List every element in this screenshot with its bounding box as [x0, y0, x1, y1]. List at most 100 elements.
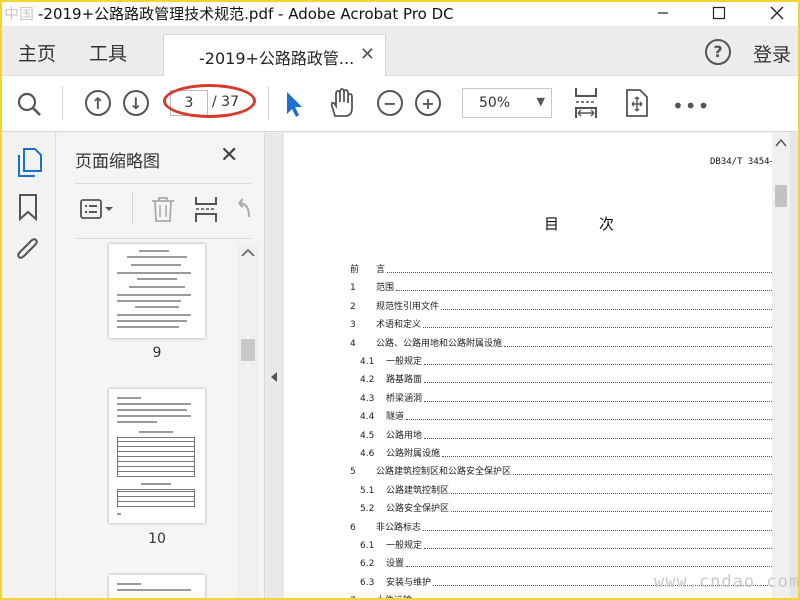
document-view: DB34/T 3454— 目次 前言 1 范围 2 规范性引用文件 3 术语和定义 4 公路、公… — [282, 133, 800, 600]
toc-entry-number: 6.3 — [360, 577, 375, 588]
thumbnail-options-icon[interactable] — [79, 197, 115, 225]
next-page-icon[interactable]: ↓ — [123, 90, 149, 116]
toc-entry[interactable]: 4.2 路基路面 — [360, 371, 772, 385]
toc-entry[interactable]: 4.6 公路附属设施 — [360, 445, 772, 459]
thumbnail-page-9[interactable] — [109, 244, 205, 338]
full-screen-icon[interactable] — [624, 88, 650, 122]
document-tab[interactable]: -2019+公路路政管... ✕ — [163, 34, 386, 76]
thumbnail-page-10[interactable] — [109, 389, 205, 523]
toc-entry-text: 公路安全保护区 — [386, 504, 450, 515]
fit-page-icon[interactable] — [572, 86, 600, 124]
toc-entry-text: 公路附属设施 — [386, 449, 441, 459]
help-icon[interactable]: ? — [705, 39, 731, 65]
tab-label: -2019+公路路政管... — [199, 49, 355, 68]
toc-leader-dots — [451, 492, 772, 494]
zoom-out-icon[interactable]: − — [377, 90, 403, 116]
toc-entry-number: 4.3 — [360, 393, 375, 404]
chevron-down-icon: ▼ — [536, 95, 545, 108]
toc-entry-number: 3 — [350, 320, 356, 331]
toc-entry-number: 7 — [350, 596, 376, 600]
toc-entry-number: 4.5 — [360, 430, 375, 441]
toc-entry[interactable]: 4.3 桥梁涵洞 — [360, 390, 772, 404]
attachment-icon[interactable] — [16, 236, 40, 268]
toc-entry[interactable]: 4.5 公路用地 — [360, 427, 772, 441]
previous-page-icon[interactable]: ↑ — [85, 90, 111, 116]
toc-entry-text: 一般规定 — [386, 541, 423, 551]
toc-entry-text: 范围 — [376, 283, 395, 294]
toc-entry[interactable]: 4 公路、公路用地和公路附属设施 — [350, 335, 772, 349]
toc-entry[interactable]: 3 术语和定义 — [350, 316, 772, 330]
toc-entry-number: 1 — [350, 283, 356, 294]
toc-entry-text: 公路建筑控制区和公路安全保护区 — [376, 467, 512, 478]
toc-entry[interactable]: 5 公路建筑控制区和公路安全保护区 — [350, 463, 772, 477]
tab-close-icon[interactable]: ✕ — [360, 44, 375, 65]
toc-leader-dots — [423, 327, 772, 329]
highlight-oval — [163, 84, 256, 118]
toc-entry-number: 4.6 — [360, 449, 375, 459]
toc-entry-number: 6.1 — [360, 541, 375, 551]
toc-entry-number: 4 — [350, 338, 356, 349]
toc-entry[interactable]: 7大件运输 — [350, 592, 772, 600]
toc-entry-number: 4.2 — [360, 375, 375, 386]
toc-entry-number: 5.2 — [360, 504, 375, 515]
select-cursor-icon[interactable] — [284, 90, 304, 122]
toc-entry[interactable]: 6.1 一般规定 — [360, 537, 772, 551]
toc-entry-text: 非公路标志 — [376, 522, 422, 533]
insert-page-icon[interactable] — [193, 195, 219, 227]
close-icon[interactable] — [754, 0, 800, 26]
toc-leader-dots — [424, 400, 772, 402]
hand-tool-icon[interactable] — [327, 88, 355, 122]
toc-entry-text: 安装与维护 — [386, 577, 432, 588]
toc-entry[interactable]: 5.1 公路建筑控制区 — [360, 482, 772, 496]
toc-entry-text: 路基路面 — [386, 375, 423, 386]
login-button[interactable]: 登录 — [753, 40, 791, 67]
toc-entry[interactable]: 1 范围 — [350, 279, 772, 293]
menu-tools[interactable]: 工具 — [89, 39, 127, 66]
toc-entry[interactable]: 4.4 隧道 — [360, 408, 772, 422]
toc-entry[interactable]: 2 规范性引用文件 — [350, 298, 772, 312]
toc-entry-text: 言 — [376, 265, 386, 275]
toc-entry[interactable]: 前言 — [350, 261, 772, 275]
bookmark-icon[interactable] — [18, 193, 38, 225]
search-icon[interactable] — [16, 91, 42, 121]
minimize-icon[interactable] — [640, 0, 686, 26]
toc-leader-dots — [442, 456, 772, 457]
toc-leader-dots — [424, 364, 772, 365]
thumbnail-list: 9 10 — [57, 241, 237, 600]
toc-entry[interactable]: 5.2 公路安全保护区 — [360, 500, 772, 514]
toolbar: ↑ ↓ 3 / 37 − + 50% ▼ ••• — [0, 76, 800, 132]
toc-leader-dots — [504, 345, 772, 347]
panel-collapse-handle[interactable] — [266, 133, 282, 600]
toc-entry-number: 6 — [350, 522, 356, 533]
panel-close-icon[interactable]: ✕ — [220, 143, 238, 168]
toc-title: 目次 — [544, 215, 655, 233]
toc-entry-text: 公路、公路用地和公路附属设施 — [376, 338, 503, 349]
toc-leader-dots — [424, 382, 772, 384]
thumbnail-page-11[interactable] — [109, 575, 205, 600]
toc-leader-dots — [423, 529, 772, 531]
toc-entry-number: 6.2 — [360, 559, 375, 570]
page-thumbnails-icon[interactable] — [16, 147, 42, 181]
thumbnail-page-label: 9 — [152, 345, 162, 361]
toc-entry[interactable]: 4.1 一般规定 — [360, 353, 772, 367]
zoom-value: 50% — [479, 95, 511, 111]
undo-icon[interactable] — [233, 197, 253, 225]
toc-entry-text: 设置 — [386, 559, 405, 570]
menu-home[interactable]: 主页 — [18, 39, 56, 66]
watermark-prefix: 中国 — [4, 5, 35, 23]
toc-entry[interactable]: 6.2 设置 — [360, 555, 772, 569]
document-scrollbar[interactable] — [772, 133, 790, 600]
standard-code: DB34/T 3454— — [710, 157, 776, 167]
left-rail — [0, 133, 56, 600]
thumbnail-scrollbar[interactable] — [238, 243, 258, 600]
more-icon[interactable]: ••• — [672, 94, 710, 118]
delete-icon[interactable] — [150, 195, 176, 227]
window-title: -2019+公路路政管理技术规范.pdf - Adobe Acrobat Pro… — [38, 5, 454, 23]
panel-title: 页面缩略图 — [75, 152, 160, 172]
zoom-select[interactable]: 50% ▼ — [462, 88, 552, 118]
toc-entry[interactable]: 6 非公路标志 — [350, 519, 772, 533]
toc-leader-dots — [441, 308, 772, 310]
toc-entry-number: 5.1 — [360, 485, 375, 496]
maximize-icon[interactable] — [696, 0, 742, 26]
zoom-in-icon[interactable]: + — [415, 90, 441, 116]
